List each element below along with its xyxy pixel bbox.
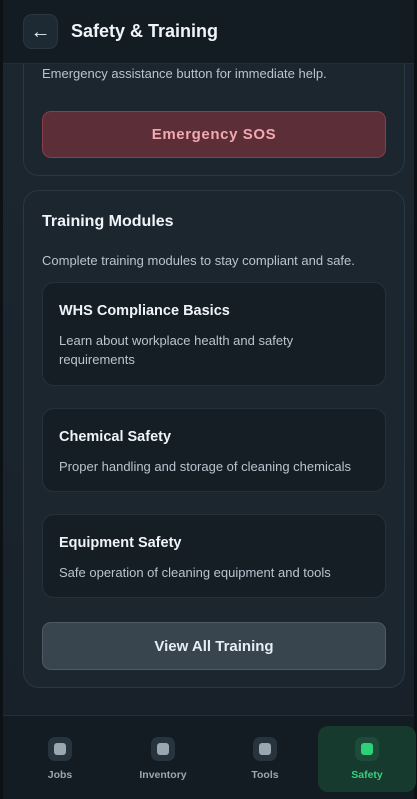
app-frame: ← Safety & Training Emergency assistance…	[0, 0, 417, 799]
nav-item-safety[interactable]: Safety	[318, 726, 416, 792]
view-all-training-button[interactable]: View All Training	[42, 622, 386, 670]
emergency-card: Emergency assistance button for immediat…	[23, 64, 405, 176]
module-title: Chemical Safety	[59, 429, 172, 445]
nav-item-tools[interactable]: Tools	[216, 726, 314, 792]
page-title: Safety & Training	[71, 21, 219, 41]
module-description: Proper handling and storage of cleaning …	[59, 459, 351, 474]
training-modules-card: Training Modules Complete training modul…	[23, 190, 405, 688]
nav-label-tools: Tools	[251, 769, 279, 781]
emergency-sos-button[interactable]: Emergency SOS	[42, 111, 386, 158]
nav-label-inventory: Inventory	[139, 769, 187, 781]
nav-item-jobs[interactable]: Jobs	[11, 726, 109, 792]
training-modules-title: Training Modules	[42, 213, 174, 230]
module-description: Safe operation of cleaning equipment and…	[59, 565, 331, 580]
module-title: WHS Compliance Basics	[59, 303, 230, 319]
safety-icon	[355, 737, 379, 761]
inventory-icon	[151, 737, 175, 761]
emergency-description: Emergency assistance button for immediat…	[42, 66, 327, 81]
back-arrow-icon: ←	[30, 20, 51, 43]
nav-item-inventory[interactable]: Inventory	[114, 726, 212, 792]
nav-label-safety: Safety	[351, 769, 383, 781]
scroll-content[interactable]: Emergency assistance button for immediat…	[0, 64, 417, 717]
module-whs-compliance[interactable]: WHS Compliance Basics Learn about workpl…	[42, 282, 386, 386]
module-title: Equipment Safety	[59, 535, 182, 551]
jobs-icon	[48, 737, 72, 761]
module-chemical-safety[interactable]: Chemical Safety Proper handling and stor…	[42, 408, 386, 492]
back-button[interactable]: ←	[23, 14, 58, 49]
app-header: ← Safety & Training	[3, 0, 414, 64]
bottom-nav: Jobs Inventory Tools Safety	[3, 715, 416, 799]
module-description: Learn about workplace health and safety …	[59, 333, 294, 367]
nav-label-jobs: Jobs	[47, 769, 73, 781]
module-equipment-safety[interactable]: Equipment Safety Safe operation of clean…	[42, 514, 386, 598]
training-modules-description: Complete training modules to stay compli…	[42, 253, 355, 268]
tools-icon	[253, 737, 277, 761]
